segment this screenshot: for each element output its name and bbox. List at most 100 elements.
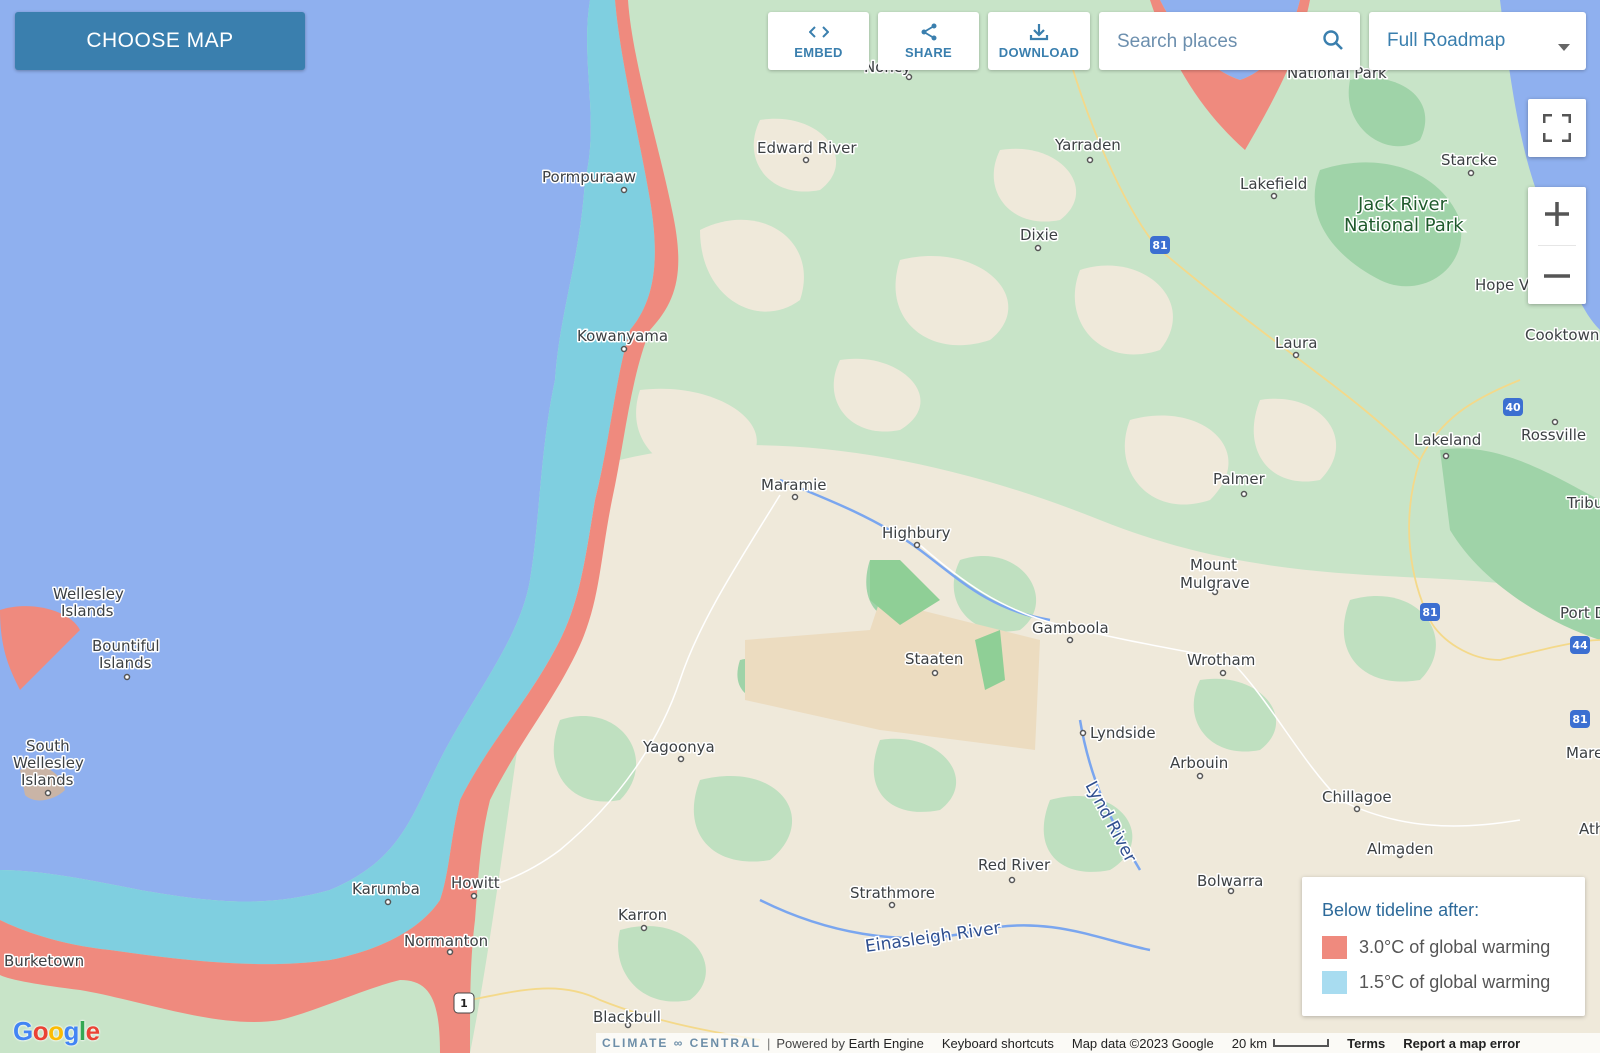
label-south-wellesley: Wellesley bbox=[13, 754, 84, 772]
label-kowanyama: Kowanyama bbox=[577, 327, 668, 345]
climate-central-logo[interactable]: CLIMATE ∞ CENTRAL bbox=[602, 1036, 761, 1050]
legend-swatch-1-5c bbox=[1322, 971, 1347, 994]
label-south-wellesley-islands: Islands bbox=[21, 771, 74, 789]
label-rossville: Rossville bbox=[1521, 426, 1586, 444]
plus-icon bbox=[1544, 201, 1570, 232]
label-yarraden: Yarraden bbox=[1054, 136, 1121, 154]
svg-text:81: 81 bbox=[1572, 713, 1587, 726]
label-bolwarra: Bolwarra bbox=[1197, 872, 1263, 890]
share-button[interactable]: SHARE bbox=[878, 12, 979, 70]
label-burketown: Burketown bbox=[4, 952, 84, 970]
label-south: South bbox=[26, 737, 70, 755]
label-highbury: Highbury bbox=[882, 524, 951, 542]
svg-text:44: 44 bbox=[1572, 639, 1588, 652]
zoom-in-button[interactable] bbox=[1528, 187, 1586, 245]
label-yagoonya: Yagoonya bbox=[642, 738, 715, 756]
road-shield-81c: 81 bbox=[1570, 710, 1590, 728]
label-cooktown: Cooktown bbox=[1525, 326, 1599, 344]
label-maramie: Maramie bbox=[761, 476, 827, 494]
label-dixie: Dixie bbox=[1020, 226, 1058, 244]
legend-swatch-3c bbox=[1322, 936, 1347, 959]
google-logo: Google bbox=[13, 1016, 100, 1046]
label-port-douglas: Port D bbox=[1560, 604, 1600, 622]
legend-label-1-5c: 1.5°C of global warming bbox=[1359, 972, 1551, 992]
fullscreen-icon bbox=[1542, 113, 1572, 147]
svg-text:40: 40 bbox=[1505, 401, 1521, 414]
road-shield-81a: 81 bbox=[1150, 236, 1170, 254]
label-strathmore: Strathmore bbox=[850, 884, 935, 902]
report-map-error-link[interactable]: Report a map error bbox=[1403, 1036, 1520, 1051]
label-palmer: Palmer bbox=[1213, 470, 1266, 488]
keyboard-shortcuts-link[interactable]: Keyboard shortcuts bbox=[942, 1036, 1054, 1051]
label-wellesley: Wellesley bbox=[53, 585, 124, 603]
label-wellesley-islands: Islands bbox=[61, 602, 114, 620]
map-type-select[interactable]: Full Roadmap bbox=[1369, 12, 1586, 70]
label-red-river: Red River bbox=[978, 856, 1051, 874]
label-almaden: Almaden bbox=[1367, 840, 1434, 858]
chevron-down-icon bbox=[1558, 38, 1570, 56]
label-mulgrave: Mulgrave bbox=[1180, 574, 1250, 592]
road-shield-40: 40 bbox=[1503, 398, 1523, 416]
legend-item-1-5c: 1.5°C of global warming bbox=[1322, 971, 1550, 994]
terms-link[interactable]: Terms bbox=[1347, 1036, 1385, 1051]
share-label: SHARE bbox=[904, 45, 952, 60]
search-box[interactable] bbox=[1099, 12, 1360, 70]
label-atherton: Ath bbox=[1579, 820, 1600, 838]
label-laura: Laura bbox=[1275, 334, 1317, 352]
legend-item-3c: 3.0°C of global warming bbox=[1322, 936, 1550, 959]
scale-label: 20 km bbox=[1231, 1035, 1268, 1051]
earth-engine-link[interactable]: Earth Engine bbox=[849, 1036, 924, 1051]
zoom-out-button[interactable] bbox=[1528, 246, 1586, 304]
label-mount: Mount bbox=[1190, 556, 1237, 574]
legend-title: Below tideline after: bbox=[1322, 900, 1480, 920]
label-gamboola: Gamboola bbox=[1032, 619, 1109, 637]
label-chillagoe: Chillagoe bbox=[1322, 788, 1392, 806]
label-howitt: Howitt bbox=[451, 874, 500, 892]
download-button[interactable]: DOWNLOAD bbox=[988, 12, 1090, 70]
park-labels: Jack River National Park bbox=[1343, 193, 1466, 238]
download-label: DOWNLOAD bbox=[998, 45, 1080, 60]
label-jack-river: Jack River bbox=[1357, 194, 1448, 215]
label-mareeba: Mare bbox=[1566, 744, 1600, 762]
minus-icon bbox=[1544, 266, 1570, 284]
label-hope-vale: Hope V bbox=[1475, 276, 1530, 294]
attribution-bar: CLIMATE ∞ CENTRAL | Powered by Earth Eng… bbox=[596, 1033, 1600, 1053]
search-icon[interactable] bbox=[1322, 29, 1344, 56]
choose-map-button[interactable]: CHOOSE MAP bbox=[15, 12, 305, 70]
label-lyndside: Lyndside bbox=[1090, 724, 1156, 742]
label-karron: Karron bbox=[618, 906, 667, 924]
label-lakeland: Lakeland bbox=[1414, 431, 1481, 449]
label-jack-river-np: National Park bbox=[1344, 215, 1464, 236]
label-starcke: Starcke bbox=[1441, 151, 1497, 169]
attribution-separator: | bbox=[767, 1035, 771, 1051]
label-blackbull: Blackbull bbox=[593, 1008, 661, 1026]
road-shield-1: 1 bbox=[453, 992, 475, 1014]
embed-label: EMBED bbox=[794, 45, 843, 60]
label-karumba: Karumba bbox=[352, 880, 420, 898]
label-bountiful: Bountiful bbox=[92, 637, 160, 655]
svg-text:1: 1 bbox=[460, 997, 468, 1010]
label-arbouin: Arbouin bbox=[1170, 754, 1228, 772]
label-normanton: Normanton bbox=[404, 932, 488, 950]
download-icon bbox=[1029, 22, 1049, 42]
label-bountiful-islands: Islands bbox=[99, 654, 152, 672]
map-type-value: Full Roadmap bbox=[1387, 30, 1506, 51]
label-staaten: Staaten bbox=[905, 650, 963, 668]
fullscreen-button[interactable] bbox=[1528, 99, 1586, 157]
label-pormpuraaw: Pormpuraaw bbox=[542, 168, 636, 186]
embed-button[interactable]: EMBED bbox=[768, 12, 869, 70]
road-shield-44: 44 bbox=[1570, 636, 1590, 654]
search-input[interactable] bbox=[1115, 27, 1314, 57]
map-data-text: Map data ©2023 Google bbox=[1071, 1035, 1214, 1051]
legend-label-3c: 3.0°C of global warming bbox=[1359, 937, 1551, 957]
svg-text:81: 81 bbox=[1152, 239, 1167, 252]
label-tribulation: Tribu bbox=[1566, 494, 1600, 512]
svg-text:81: 81 bbox=[1422, 606, 1437, 619]
label-edward-river: Edward River bbox=[757, 139, 857, 157]
scale-bar bbox=[1273, 1039, 1330, 1047]
zoom-controls bbox=[1528, 187, 1586, 304]
code-icon bbox=[808, 22, 829, 42]
choose-map-label: CHOOSE MAP bbox=[86, 29, 234, 52]
label-wrotham: Wrotham bbox=[1187, 651, 1255, 669]
road-shield-81b: 81 bbox=[1420, 603, 1440, 621]
